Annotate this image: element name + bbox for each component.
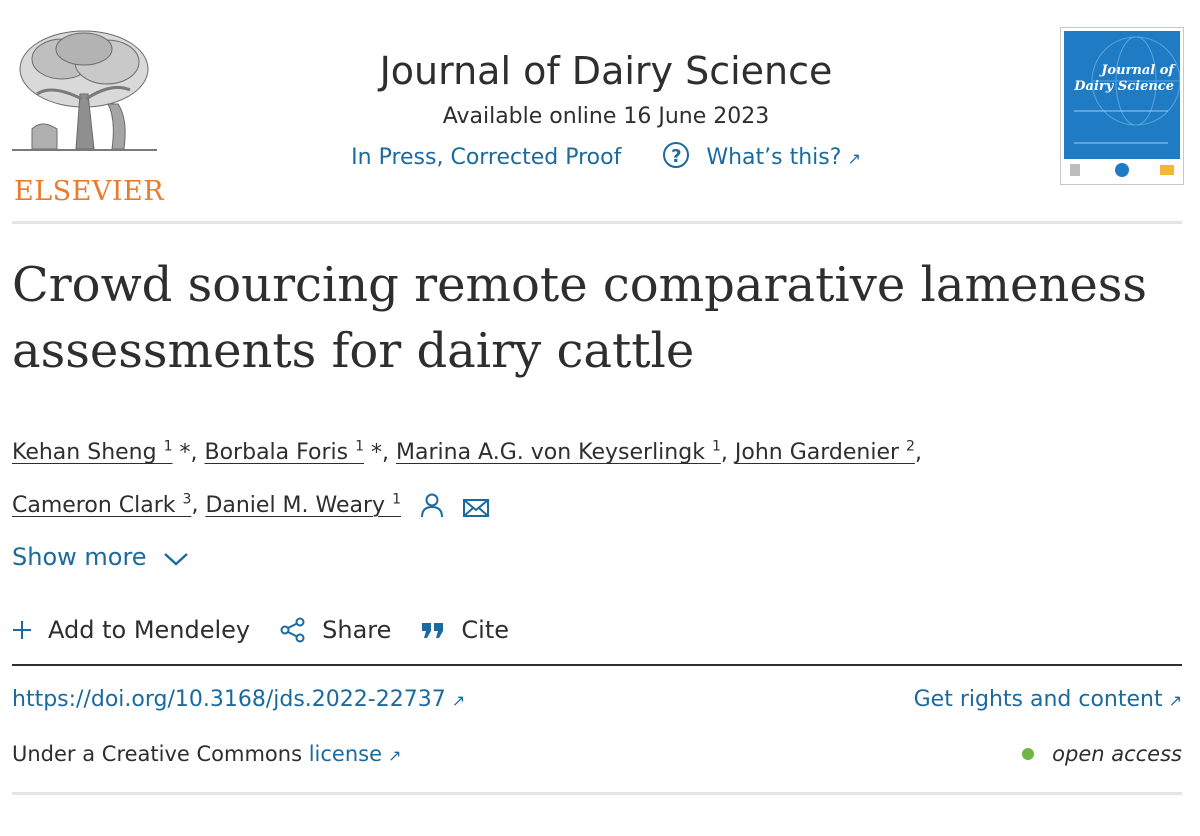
elsevier-logo[interactable]: ELSEVIER [12,24,164,207]
author-name: Kehan Sheng [12,440,157,466]
license-prefix: Under a Creative Commons [12,742,309,766]
doi-link[interactable]: https://doi.org/10.3168/jds.2022-22737 ↗ [12,684,465,717]
plus-icon [12,620,32,640]
article-title: Crowd sourcing remote comparative lamene… [12,257,1147,379]
author-link[interactable]: Daniel M. Weary 1 [205,491,401,518]
author-name: Cameron Clark [12,492,176,518]
open-access-badge: open access [1022,738,1182,770]
cite-label: Cite [461,616,510,644]
author-separator: *, [364,440,396,466]
external-link-icon: ↗ [1168,691,1182,710]
author-item: John Gardenier 2, [734,439,922,466]
get-rights-link[interactable]: Get rights and content ↗ [914,684,1182,717]
whats-this-label: What’s this? [706,145,842,170]
bottom-divider [12,792,1182,795]
author-separator: *, [172,440,205,466]
actions-divider [12,664,1182,666]
author-link[interactable]: Marina A.G. von Keyserlingk 1 [396,439,721,466]
journal-cover[interactable]: Journal of Dairy Science [1060,27,1184,185]
rights-text: Get rights and content [913,687,1163,712]
cover-footer-logos-icon [1070,163,1174,177]
external-link-icon: ↗ [451,691,466,710]
author-affiliation: 1 [392,491,401,508]
author-separator: , [914,440,922,466]
author-item: Cameron Clark 3, [12,491,206,518]
show-more-label: Show more [12,543,147,571]
author-item: Borbala Foris 1 *, [204,439,397,466]
author-link[interactable]: John Gardenier 2 [734,439,915,466]
available-online-date: Available online 16 June 2023 [442,104,770,129]
author-affiliation: 1 [355,439,365,455]
question-icon[interactable]: ? [663,142,690,168]
whats-this-link[interactable]: What’s this? ↗ [706,145,860,170]
author-item: Daniel M. Weary 1 [205,491,401,518]
article-status-row: In Press, Corrected Proof ? What’s this?… [300,142,912,174]
doi-text: https://doi.org/10.3168/jds.2022-22737 [12,687,446,712]
author-affiliation: 1 [711,439,721,455]
author-item: Kehan Sheng 1 *, [12,439,205,466]
person-icon[interactable] [420,489,444,535]
author-affiliation: 2 [906,439,915,455]
show-more-button[interactable]: Show more [12,540,189,576]
author-separator: , [720,440,735,466]
elsevier-wordmark: ELSEVIER [14,176,165,207]
author-separator: , [191,492,206,518]
author-name: Borbala Foris [204,440,349,466]
license-link-text: license [308,742,383,766]
share-icon [280,617,306,643]
article-actions: Add to Mendeley Share Cite [12,612,539,648]
author-affiliation: 1 [163,439,173,455]
add-to-mendeley-button[interactable]: Add to Mendeley [12,616,250,644]
quote-icon [421,620,445,640]
chevron-down-icon [163,542,189,576]
author-link[interactable]: Kehan Sheng 1 [12,439,173,466]
envelope-icon[interactable] [463,489,489,535]
open-access-label: open access [1052,742,1182,766]
open-access-dot-icon [1022,748,1035,760]
cite-button[interactable]: Cite [421,616,509,644]
cover-title: Journal of Dairy Science [1074,63,1174,94]
mendeley-label: Add to Mendeley [48,616,251,644]
author-name: John Gardenier [734,440,900,466]
license-line: Under a Creative Commons license ↗ [12,738,401,772]
cover-image: Journal of Dairy Science [1064,31,1180,181]
author-item: Marina A.G. von Keyserlingk 1, [396,439,735,466]
author-link[interactable]: Cameron Clark 3 [12,491,191,518]
author-list: Kehan Sheng 1 *, Borbala Foris 1 *, Mari… [12,424,1192,535]
external-link-icon: ↗ [388,746,402,765]
journal-info: Journal of Dairy Science Available onlin… [300,46,912,174]
author-name: Marina A.G. von Keyserlingk [396,440,705,466]
share-button[interactable]: Share [280,616,391,644]
cover-footer [1064,159,1180,181]
elsevier-tree-logo-icon [12,30,157,151]
header-divider [12,221,1182,224]
external-link-icon: ↗ [847,149,861,168]
license-link[interactable]: license ↗ [309,742,402,766]
journal-header: ELSEVIER Journal of Dairy Science Availa… [0,0,1200,222]
author-name: Daniel M. Weary [205,492,386,518]
share-label: Share [322,616,392,644]
article-status: In Press, Corrected Proof [351,145,622,170]
journal-title[interactable]: Journal of Dairy Science [300,46,912,96]
author-link[interactable]: Borbala Foris 1 [204,439,365,466]
